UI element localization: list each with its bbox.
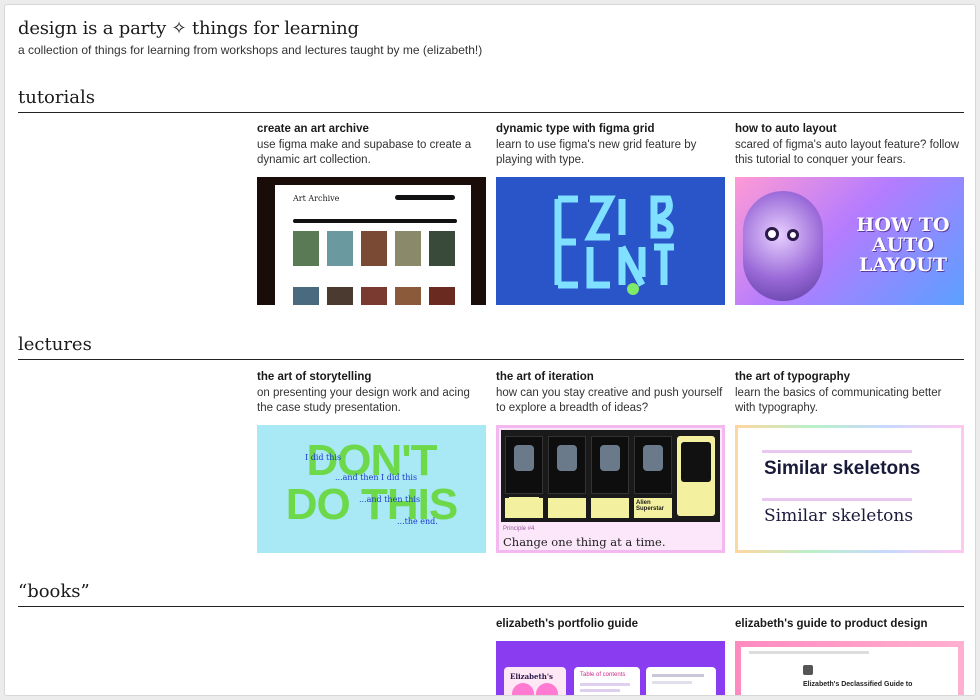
filter-pill-bar [395,195,455,200]
artwork-tile [429,231,455,266]
card-dynamic-type[interactable]: dynamic type with figma grid learn to us… [496,122,725,170]
artwork-tile [395,287,421,305]
thumbnail-iteration[interactable]: Alien Superstar Principle #4 Change one … [496,425,725,553]
specimen-meta-line [762,450,912,453]
specimen-meta-line [762,498,912,501]
card-title[interactable]: how to auto layout [735,122,964,137]
book-title: Elizabeth's [510,672,553,681]
doc-page: Elizabeth's Declassified Guide to [741,647,958,695]
principle-label: Principle #4 [503,526,535,532]
card-description: learn the basics of communicating better… [735,387,942,414]
thumbnail-product-design-guide[interactable]: Elizabeth's Declassified Guide to [735,641,964,695]
thumbnail-typography[interactable]: Similar skeletons Similar skeletons [735,425,964,553]
poster-label [505,498,543,518]
card-portfolio-guide[interactable]: elizabeth's portfolio guide [496,617,725,632]
dynamic-type-art [554,195,674,295]
card-description: how can you stay creative and push yours… [496,387,723,414]
book-page [646,667,716,695]
character-eye [765,227,779,241]
heading-line: AUTO [871,234,934,256]
card-title[interactable]: create an art archive [257,122,486,137]
page-frame: design is a party ✧ things for learning … [4,4,976,696]
card-create-art-archive[interactable]: create an art archive use figma make and… [257,122,486,170]
iteration-caption: Change one thing at a time. [503,535,666,549]
poster-label [591,498,629,518]
thumbnail-auto-layout[interactable]: HOW TO AUTO LAYOUT [735,177,964,305]
doc-icon [803,665,813,675]
specimen-sans: Similar skeletons [764,458,921,479]
story-line: I did this [305,453,342,462]
card-description: learn to use figma's new grid feature by… [496,139,697,166]
book-page: Elizabeth's [504,667,566,695]
toc-title: Table of contents [580,672,626,678]
card-title[interactable]: the art of typography [735,370,964,385]
poster-variant [548,436,586,494]
artwork-tile [361,287,387,305]
card-title[interactable]: elizabeth's portfolio guide [496,617,725,632]
storytelling-big-text: DON'T DO THIS [257,439,486,527]
page-subtitle: a collection of things for learning from… [18,43,483,57]
card-auto-layout[interactable]: how to auto layout scared of figma's aut… [735,122,964,170]
thumbnail-dynamic-type[interactable] [496,177,725,305]
character-illustration [743,191,823,301]
doc-title: Elizabeth's Declassified Guide to [803,681,913,688]
artwork-tile [327,287,353,305]
book-page: Table of contents [574,667,640,695]
card-art-of-iteration[interactable]: the art of iteration how can you stay cr… [496,370,725,418]
thumbnail-storytelling[interactable]: DON'T DO THIS I did this ...and then I d… [257,425,486,553]
artwork-tile [429,287,455,305]
section-heading-books: “books” [18,581,964,607]
page-title: design is a party ✧ things for learning [18,18,359,39]
specimen-serif: Similar skeletons [764,506,914,526]
card-art-of-storytelling[interactable]: the art of storytelling on presenting yo… [257,370,486,418]
thumbnail-portfolio-guide[interactable]: Elizabeth's Table of contents [496,641,725,695]
artwork-tile [293,287,319,305]
card-guide-to-product-design[interactable]: elizabeth's guide to product design [735,617,964,632]
card-description: use figma make and supabase to create a … [257,139,472,166]
heading-line: HOW TO [856,214,950,236]
poster-variant-highlight [677,436,715,516]
story-line: ...and then I did this [335,473,418,482]
artwork-tile [327,231,353,266]
section-heading-lectures: lectures [18,334,964,360]
sparkle-icon [627,283,639,295]
card-art-of-typography[interactable]: the art of typography learn the basics o… [735,370,964,418]
section-heading-tutorials: tutorials [18,87,964,113]
card-title[interactable]: dynamic type with figma grid [496,122,725,137]
artwork-tile [361,231,387,266]
search-bar [293,219,457,223]
iteration-panel: Alien Superstar [501,430,720,522]
poster-label [548,498,586,518]
story-line: ...and then this [359,495,421,504]
card-title[interactable]: the art of storytelling [257,370,486,385]
heading-line: LAYOUT [859,254,947,276]
poster-variant [634,436,672,494]
story-line: ...the end. [397,517,438,526]
poster-variant [505,436,543,511]
poster-label: Alien Superstar [634,498,672,518]
art-archive-title: Art Archive [293,194,340,203]
big-line: DO THIS [285,480,458,529]
card-description: scared of figma's auto layout feature? f… [735,139,960,166]
auto-layout-heading: HOW TO AUTO LAYOUT [847,215,959,275]
artwork-tile [293,231,319,266]
card-title[interactable]: elizabeth's guide to product design [735,617,964,632]
art-archive-screen: Art Archive [275,185,471,305]
card-description: on presenting your design work and acing… [257,387,470,414]
character-eye [787,229,799,241]
card-title[interactable]: the art of iteration [496,370,725,385]
artwork-tile [395,231,421,266]
poster-variant [591,436,629,494]
thumbnail-art-archive[interactable]: Art Archive [257,177,486,305]
